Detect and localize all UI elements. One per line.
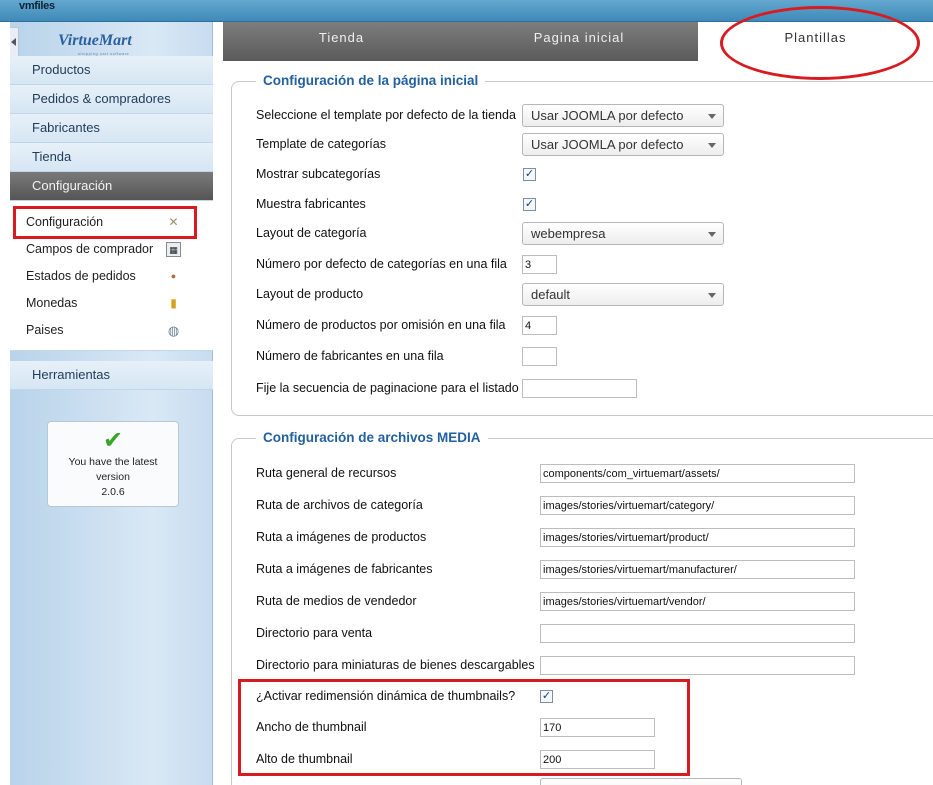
submenu-label: Monedas xyxy=(26,296,78,310)
version-text-line2: version xyxy=(96,471,130,483)
submenu-item-monedas[interactable]: Monedas ▮ xyxy=(10,290,213,317)
cats-per-row-input[interactable] xyxy=(522,255,557,274)
sidebar-item-fabricantes[interactable]: Fabricantes xyxy=(10,114,213,143)
template-select-value: Usar JOOMLA por defecto xyxy=(531,108,684,123)
show-manuf-label: Muestra fabricantes xyxy=(256,197,366,211)
cat-template-select-value: Usar JOOMLA por defecto xyxy=(531,137,684,152)
show-subcats-checkbox[interactable]: ✓ xyxy=(523,168,536,181)
home-config-legend: Configuración de la página inicial xyxy=(256,73,486,88)
sidebar-item-pedidos[interactable]: Pedidos & compradores xyxy=(10,85,213,114)
tab-pagina-inicial[interactable]: Pagina inicial xyxy=(460,22,698,61)
product-path-input[interactable] xyxy=(540,528,855,547)
cats-per-row-label: Número por defecto de categorías en una … xyxy=(256,257,507,271)
prod-layout-label: Layout de producto xyxy=(256,287,364,301)
virtuemart-logo[interactable]: VirtueMart shopping cart software xyxy=(22,30,212,58)
sidebar-collapse-toggle[interactable] xyxy=(10,27,19,59)
manuf-per-row-label: Número de fabricantes en una fila xyxy=(256,349,444,363)
submenu-label: Campos de comprador xyxy=(26,242,154,256)
manuf-per-row-input[interactable] xyxy=(522,347,557,366)
sale-dir-input[interactable] xyxy=(540,624,855,643)
version-text-line1: You have the latest xyxy=(68,456,158,468)
version-status-box: ✔ You have the latest version 2.0.6 xyxy=(47,421,179,507)
vendor-path-label: Ruta de medios de vendedor xyxy=(256,594,417,608)
sale-dir-label: Directorio para venta xyxy=(256,626,373,640)
thumb-dl-input[interactable] xyxy=(540,656,855,675)
cat-template-label: Template de categorías xyxy=(256,137,386,151)
manufacturer-path-input[interactable] xyxy=(540,560,855,579)
manufacturer-path-label: Ruta a imágenes de fabricantes xyxy=(256,562,433,576)
annotation-rect-thumbnails xyxy=(238,679,690,776)
submenu-label: Paises xyxy=(26,323,64,337)
submenu-label: Estados de pedidos xyxy=(26,269,136,283)
sidebar-item-tienda[interactable]: Tienda xyxy=(10,143,213,172)
sidebar-item-productos[interactable]: Productos xyxy=(10,56,213,85)
sidebar-item-configuracion[interactable]: Configuración xyxy=(10,172,213,201)
submenu-item-estados[interactable]: Estados de pedidos ● xyxy=(10,263,213,290)
cat-layout-select-value: webempresa xyxy=(531,226,606,241)
checkmark-icon: ✔ xyxy=(102,427,124,454)
show-manuf-checkbox[interactable]: ✓ xyxy=(523,198,536,211)
chevron-down-icon xyxy=(708,232,716,237)
submenu-item-campos[interactable]: Campos de comprador ▦ xyxy=(10,236,213,263)
assets-path-label: Ruta general de recursos xyxy=(256,466,397,480)
annotation-rect-config xyxy=(13,206,197,239)
prods-per-row-input[interactable] xyxy=(522,316,557,335)
template-select[interactable]: Usar JOOMLA por defecto xyxy=(522,104,724,127)
prod-layout-select-value: default xyxy=(531,287,571,302)
chevron-down-icon xyxy=(708,293,716,298)
show-subcats-label: Mostrar subcategorías xyxy=(256,167,381,181)
globe-icon: ◍ xyxy=(167,323,180,338)
cat-layout-select[interactable]: webempresa xyxy=(522,222,724,245)
home-config-fieldset: Configuración de la página inicial Selec… xyxy=(231,73,933,416)
chevron-down-icon xyxy=(708,114,716,119)
prods-per-row-label: Número de productos por omisión en una f… xyxy=(256,318,506,332)
cat-template-select[interactable]: Usar JOOMLA por defecto xyxy=(522,133,724,156)
app-title: vmfiles xyxy=(19,0,55,12)
annotation-ellipse-plantillas xyxy=(720,6,920,80)
assets-path-input[interactable] xyxy=(540,464,855,483)
sidebar-item-herramientas[interactable]: Herramientas xyxy=(10,361,213,390)
cat-layout-label: Layout de categoría xyxy=(256,226,367,240)
pagination-label: Fije la secuencia de paginacione para el… xyxy=(256,381,519,395)
user-fields-icon: ▦ xyxy=(166,242,181,257)
vendor-path-input[interactable] xyxy=(540,592,855,611)
partial-select-below[interactable] xyxy=(540,778,742,785)
prod-layout-select[interactable]: default xyxy=(522,283,724,306)
category-path-input[interactable] xyxy=(540,496,855,515)
category-path-label: Ruta de archivos de categoría xyxy=(256,498,423,512)
collapse-arrow-icon xyxy=(11,38,16,46)
sidebar: VirtueMart shopping cart software Produc… xyxy=(10,22,213,785)
tab-tienda[interactable]: Tienda xyxy=(223,22,460,61)
product-path-label: Ruta a imágenes de productos xyxy=(256,530,427,544)
logo-text: VirtueMart xyxy=(58,32,132,49)
coins-icon: ▮ xyxy=(170,296,177,310)
submenu-item-paises[interactable]: Paises ◍ xyxy=(10,317,213,344)
order-status-icon: ● xyxy=(170,271,177,281)
template-label: Seleccione el template por defecto de la… xyxy=(256,108,516,122)
thumb-dl-label: Directorio para miniaturas de bienes des… xyxy=(256,658,535,672)
pagination-input[interactable] xyxy=(522,379,637,398)
chevron-down-icon xyxy=(708,143,716,148)
version-number: 2.0.6 xyxy=(101,486,125,498)
media-config-legend: Configuración de archivos MEDIA xyxy=(256,430,488,445)
